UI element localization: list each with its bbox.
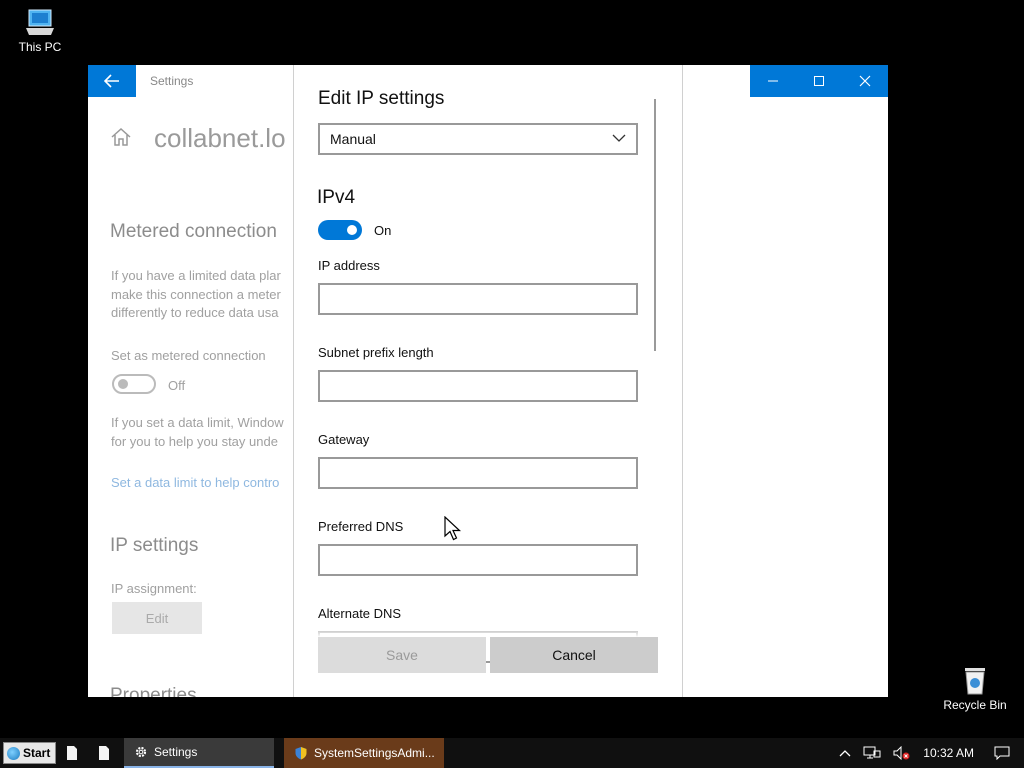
- network-icon: [863, 746, 881, 759]
- network-name: collabnet.lo: [154, 123, 286, 153]
- taskbar: Start Settings SystemSettingsAdmi... 10:…: [0, 738, 1024, 768]
- ip-settings-heading: IP settings: [110, 535, 199, 556]
- volume-tray-button[interactable]: [893, 746, 911, 760]
- taskbar-app-label: Settings: [154, 745, 198, 759]
- close-icon: [859, 75, 871, 87]
- start-label: Start: [23, 746, 51, 760]
- subnet-prefix-input[interactable]: [318, 370, 638, 402]
- taskbar-systemsettingsadmin-app[interactable]: SystemSettingsAdmi...: [284, 738, 444, 768]
- dialog-scrollbar[interactable]: [654, 99, 656, 351]
- network-tray-button[interactable]: [863, 746, 881, 760]
- ipv4-toggle-state: On: [374, 223, 392, 238]
- recycle-bin-icon: [965, 668, 985, 695]
- chevron-up-icon: [839, 750, 851, 757]
- ipv4-heading: IPv4: [317, 187, 356, 208]
- back-button[interactable]: [88, 65, 136, 97]
- mouse-cursor-icon: [444, 516, 462, 541]
- ip-mode-selected: Manual: [330, 131, 376, 147]
- metered-description-line: differently to reduce data usa: [111, 305, 279, 320]
- alternate-dns-label: Alternate DNS: [318, 606, 402, 621]
- metered-connection-heading: Metered connection: [110, 221, 277, 242]
- clock[interactable]: 10:32 AM: [923, 746, 974, 760]
- subnet-prefix-label: Subnet prefix length: [318, 345, 434, 360]
- document-icon: [67, 746, 77, 760]
- scroll-fade: [294, 625, 682, 637]
- caption-buttons: [750, 65, 888, 97]
- system-tray: 10:32 AM: [833, 738, 1024, 768]
- back-arrow-icon: [104, 74, 119, 88]
- document-icon: [99, 746, 109, 760]
- notifications-button[interactable]: [994, 746, 1010, 760]
- data-limit-link[interactable]: Set a data limit to help contro: [111, 475, 279, 490]
- ip-assignment-label: IP assignment:: [111, 581, 197, 596]
- edit-ip-button[interactable]: Edit: [112, 602, 202, 634]
- minimize-button[interactable]: [750, 65, 796, 97]
- ipv4-toggle[interactable]: [318, 220, 362, 240]
- maximize-icon: [814, 76, 824, 86]
- close-button[interactable]: [842, 65, 888, 97]
- dialog-buttons: Save Cancel: [318, 637, 658, 673]
- shield-icon: [295, 747, 307, 760]
- gateway-label: Gateway: [318, 432, 370, 447]
- minimize-icon: [768, 80, 778, 82]
- ip-address-input[interactable]: [318, 283, 638, 315]
- cancel-button[interactable]: Cancel: [490, 637, 658, 673]
- preferred-dns-label: Preferred DNS: [318, 519, 404, 534]
- ip-address-label: IP address: [318, 258, 380, 273]
- recycle-bin-label: Recycle Bin: [943, 698, 1007, 712]
- maximize-button[interactable]: [796, 65, 842, 97]
- chevron-down-icon: [612, 134, 626, 142]
- data-limit-description-line: for you to help you stay unde: [111, 433, 278, 449]
- metered-description-line: If you have a limited data plar: [111, 268, 281, 283]
- gateway-input[interactable]: [318, 457, 638, 489]
- metered-description-line: make this connection a meter: [111, 286, 281, 302]
- taskbar-file-shortcut[interactable]: [56, 738, 88, 768]
- metered-toggle[interactable]: [112, 374, 156, 394]
- ip-mode-dropdown[interactable]: Manual: [318, 123, 638, 155]
- save-button[interactable]: Save: [318, 637, 486, 673]
- recycle-bin-desktop-icon[interactable]: Recycle Bin: [937, 664, 1013, 712]
- taskbar-settings-app[interactable]: Settings: [124, 738, 274, 768]
- tray-overflow-button[interactable]: [839, 749, 851, 757]
- network-settings-page: collabnet.lo Metered connection If you h…: [88, 97, 294, 697]
- start-orb-icon: [7, 746, 20, 760]
- taskbar-app-label: SystemSettingsAdmi...: [314, 746, 435, 760]
- properties-heading: Properties: [110, 685, 197, 697]
- dialog-title: Edit IP settings: [318, 88, 445, 109]
- taskbar-file-shortcut[interactable]: [88, 738, 120, 768]
- volume-muted-icon: [893, 746, 910, 760]
- window-title: Settings: [150, 74, 194, 88]
- set-metered-label: Set as metered connection: [111, 348, 266, 363]
- start-button[interactable]: Start: [3, 742, 56, 764]
- data-limit-description-line: If you set a data limit, Window: [111, 415, 284, 430]
- notification-icon: [994, 746, 1010, 760]
- preferred-dns-input[interactable]: [318, 544, 638, 576]
- gear-icon: [135, 746, 147, 758]
- home-icon[interactable]: [110, 127, 132, 152]
- edit-ip-settings-dialog: Edit IP settings Manual IPv4 On IP addre…: [293, 65, 683, 697]
- this-pc-label: This PC: [18, 40, 62, 54]
- this-pc-desktop-icon[interactable]: This PC: [2, 8, 78, 54]
- metered-toggle-state: Off: [168, 378, 186, 393]
- computer-icon: [26, 9, 54, 35]
